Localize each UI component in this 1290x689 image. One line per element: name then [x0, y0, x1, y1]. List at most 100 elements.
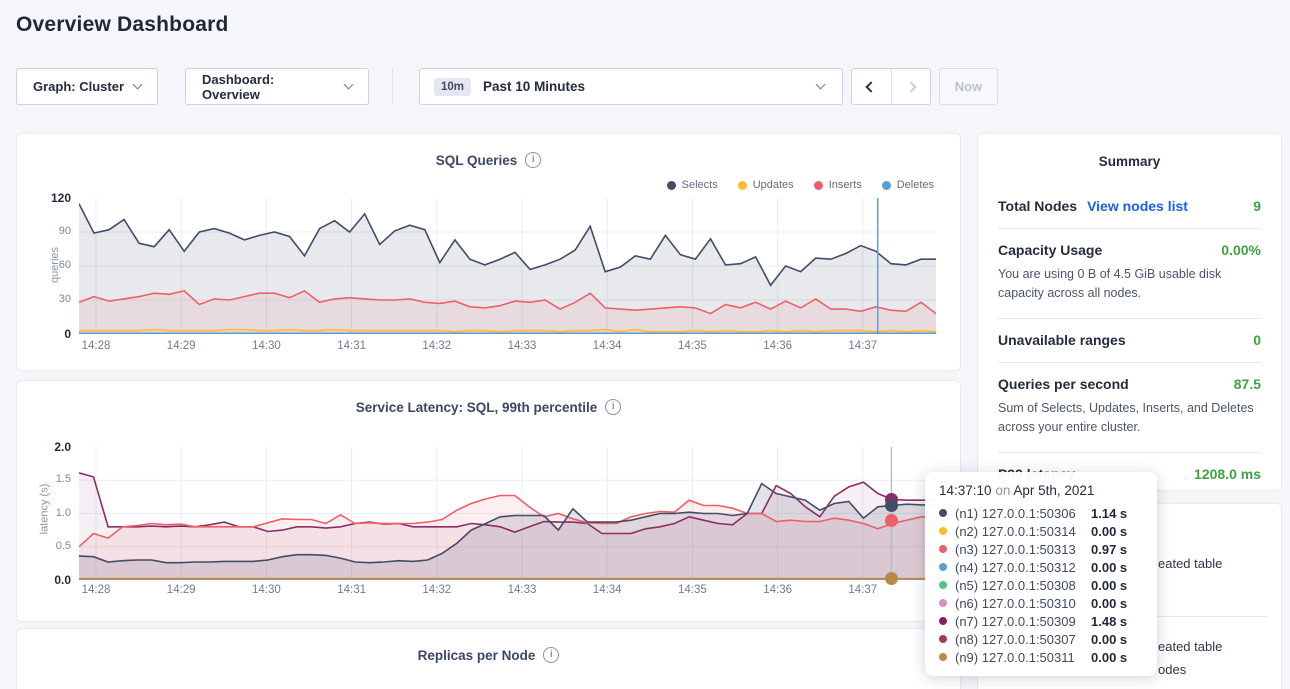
node-color-dot: [939, 545, 947, 553]
tooltip-node-row: (n3) 127.0.0.1:503130.97 s: [939, 540, 1143, 558]
dashboard-dropdown-label: Dashboard: Overview: [202, 72, 335, 102]
node-address: (n8) 127.0.0.1:50307: [955, 632, 1076, 647]
summary-value: 9: [1253, 198, 1261, 214]
sql-queries-chart[interactable]: [79, 198, 936, 334]
dashboard-dropdown[interactable]: Dashboard: Overview: [185, 68, 369, 105]
tooltip-node-row: (n8) 127.0.0.1:50307 0.00 s: [939, 630, 1143, 648]
chevron-left-icon: [866, 81, 877, 92]
x-axis-tick: 14:35: [670, 340, 714, 352]
legend-item-inserts: Inserts: [814, 179, 862, 191]
node-address: (n6) 127.0.0.1:50310: [955, 596, 1076, 611]
node-color-dot: [939, 599, 947, 607]
node-latency-value: 0.97 s: [1091, 542, 1143, 557]
y-axis-tick: 0.0: [23, 573, 71, 587]
tooltip-node-row: (n9) 127.0.0.1:503110.00 s: [939, 648, 1143, 666]
tooltip-node-row: (n1) 127.0.0.1:503061.14 s: [939, 504, 1143, 522]
summary-subtext: You are using 0 B of 4.5 GiB usable disk…: [998, 265, 1261, 304]
summary-value: 0: [1253, 332, 1261, 348]
y-axis-tick: 0.5: [23, 540, 71, 552]
legend-dot: [738, 181, 747, 190]
x-axis-tick: 14:29: [159, 584, 203, 596]
y-axis-tick: 2.0: [23, 440, 71, 454]
info-icon[interactable]: i: [525, 152, 541, 168]
overview-dashboard-page: Overview Dashboard Graph: Cluster Dashbo…: [0, 0, 1290, 689]
x-axis-tick: 14:28: [74, 340, 118, 352]
y-axis-tick: 1.0: [23, 507, 71, 519]
sql-queries-title-row: SQL Queries i: [17, 152, 960, 168]
node-latency-value: 0.00 s: [1091, 650, 1143, 665]
x-axis-tick: 14:32: [415, 584, 459, 596]
summary-label: Capacity Usage: [998, 242, 1102, 258]
node-address: (n2) 127.0.0.1:50314: [955, 524, 1076, 539]
latency-chart[interactable]: [79, 447, 936, 580]
summary-row-unavailable-ranges: Unavailable ranges 0: [998, 318, 1261, 362]
node-color-dot: [939, 635, 947, 643]
summary-value: 0.00%: [1221, 242, 1261, 258]
summary-label: Queries per second: [998, 376, 1129, 392]
info-icon[interactable]: i: [605, 399, 621, 415]
legend-label: Inserts: [829, 179, 862, 191]
legend-dot: [814, 181, 823, 190]
node-latency-value: 0.00 s: [1091, 596, 1143, 611]
event-text-fragment: eated table: [1158, 639, 1222, 654]
node-latency-value: 1.48 s: [1091, 614, 1143, 629]
chart-title: Service Latency: SQL, 99th percentile: [356, 400, 598, 415]
time-next-button[interactable]: [891, 69, 931, 104]
node-latency-value: 0.00 s: [1091, 578, 1143, 593]
summary-row-capacity-usage: Capacity Usage 0.00% You are using 0 B o…: [998, 228, 1261, 318]
summary-row-queries-per-second: Queries per second 87.5 Sum of Selects, …: [998, 362, 1261, 452]
sql-queries-card: SQL Queries i SelectsUpdatesInsertsDelet…: [16, 133, 961, 371]
time-prev-button[interactable]: [852, 69, 891, 104]
y-axis-tick: 30: [23, 293, 71, 305]
legend-label: Deletes: [897, 179, 934, 191]
x-axis-tick: 14:37: [841, 340, 885, 352]
latency-title-row: Service Latency: SQL, 99th percentile i: [17, 399, 960, 415]
replicas-per-node-card: Replicas per Node i: [16, 628, 961, 689]
x-axis-tick: 14:30: [244, 340, 288, 352]
legend-dot: [667, 181, 676, 190]
x-axis-tick: 14:29: [159, 340, 203, 352]
chart-title: Replicas per Node: [418, 648, 536, 663]
summary-subtext: Sum of Selects, Updates, Inserts, and De…: [998, 399, 1261, 438]
node-color-dot: [939, 653, 947, 661]
tooltip-on: on: [995, 483, 1010, 498]
y-axis-tick: 1.5: [23, 473, 71, 485]
legend-label: Updates: [753, 179, 794, 191]
event-text-fragment: odes: [1158, 662, 1186, 677]
legend-dot: [882, 181, 891, 190]
x-axis-tick: 14:33: [500, 584, 544, 596]
view-nodes-list-link[interactable]: View nodes list: [1087, 198, 1188, 214]
now-button[interactable]: Now: [939, 68, 998, 105]
tooltip-timestamp: 14:37:10 on Apr 5th, 2021: [939, 483, 1143, 498]
summary-value: 87.5: [1234, 376, 1261, 392]
x-axis-tick: 14:35: [670, 584, 714, 596]
graph-dropdown[interactable]: Graph: Cluster: [16, 68, 158, 105]
summary-panel: Summary Total Nodes View nodes list 9 Ca…: [977, 133, 1282, 491]
node-latency-value: 0.00 s: [1091, 524, 1143, 539]
x-axis-tick: 14:32: [415, 340, 459, 352]
y-axis-tick: 90: [23, 225, 71, 237]
x-axis-tick: 14:34: [585, 584, 629, 596]
tooltip-node-row: (n5) 127.0.0.1:503080.00 s: [939, 576, 1143, 594]
tooltip-time: 14:37:10: [939, 483, 992, 498]
crosshair-data-dot: [885, 514, 898, 527]
time-range-label: Past 10 Minutes: [483, 79, 585, 94]
node-address: (n4) 127.0.0.1:50312: [955, 560, 1076, 575]
time-range-picker[interactable]: 10m Past 10 Minutes: [419, 68, 843, 105]
node-latency-value: 0.00 s: [1091, 632, 1143, 647]
time-range-badge: 10m: [434, 78, 471, 96]
node-color-dot: [939, 581, 947, 589]
x-axis-tick: 14:33: [500, 340, 544, 352]
tooltip-node-rows: (n1) 127.0.0.1:503061.14 s (n2) 127.0.0.1…: [939, 504, 1143, 666]
info-icon[interactable]: i: [543, 647, 559, 663]
node-latency-value: 1.14 s: [1091, 506, 1143, 521]
y-axis-tick: 0: [23, 327, 71, 341]
x-axis-tick: 14:36: [756, 584, 800, 596]
summary-label: Total Nodes: [998, 198, 1077, 214]
summary-body: Total Nodes View nodes list 9 Capacity U…: [978, 169, 1281, 496]
chart-title: SQL Queries: [436, 153, 518, 168]
x-axis-tick: 14:30: [244, 584, 288, 596]
y-axis-tick: 120: [23, 191, 71, 205]
summary-row-total-nodes: Total Nodes View nodes list 9: [998, 185, 1261, 228]
chevron-down-icon: [344, 80, 354, 90]
